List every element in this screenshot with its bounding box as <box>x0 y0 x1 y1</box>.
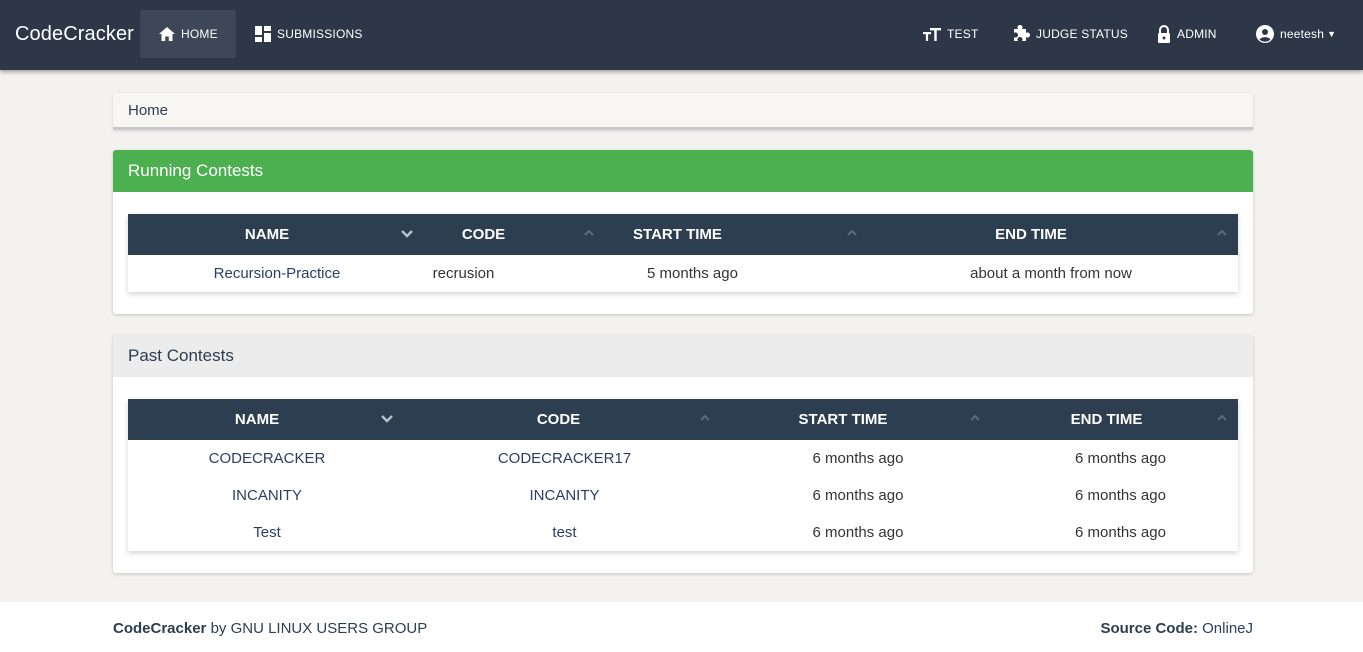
chevron-down-icon[interactable] <box>380 412 394 426</box>
contest-end-time: 6 months ago <box>1075 524 1166 541</box>
contest-code-link[interactable]: test <box>406 514 723 551</box>
chevron-down-icon[interactable] <box>400 227 414 241</box>
column-header-code[interactable]: CODE <box>406 399 723 440</box>
footer-source-link[interactable]: OnlineJ <box>1202 620 1253 637</box>
nav-judge-status[interactable]: JUDGE STATUS <box>1012 10 1128 58</box>
nav-submissions[interactable]: SUBMISSIONS <box>255 10 363 58</box>
past-contests-heading: Past Contests <box>113 335 1253 377</box>
contest-name-link[interactable]: CODECRACKER <box>128 440 406 477</box>
table-header-row: NAME CODE START TIME END TIME <box>128 214 1238 255</box>
column-header-code[interactable]: CODE <box>426 214 601 255</box>
top-navbar: CodeCracker HOME SUBMISSIONS TEST JUDGE … <box>0 0 1363 70</box>
contest-name-link[interactable]: Test <box>128 514 406 551</box>
column-header-end-time[interactable]: END TIME <box>864 214 1238 255</box>
column-label: START TIME <box>798 411 888 428</box>
contest-start-time: 5 months ago <box>647 265 738 282</box>
contest-start-time: 6 months ago <box>812 450 904 467</box>
dashboard-icon <box>255 26 271 42</box>
nav-submissions-label: SUBMISSIONS <box>277 27 363 41</box>
column-label: NAME <box>234 411 280 428</box>
contest-end-time: 6 months ago <box>1075 450 1166 467</box>
table-row: INCANITY INCANITY 6 months ago 6 months … <box>128 477 1238 514</box>
contest-name-link[interactable]: Recursion-Practice <box>128 255 426 292</box>
running-contests-table-wrap: NAME CODE START TIME END TIME Recursion-… <box>128 214 1238 292</box>
column-label: START TIME <box>633 226 722 243</box>
user-name: neetesh <box>1280 27 1325 41</box>
nav-admin[interactable]: ADMIN <box>1157 10 1217 58</box>
nav-test[interactable]: TEST <box>923 10 978 58</box>
user-menu[interactable]: neetesh ▼ <box>1256 10 1336 58</box>
caret-down-icon: ▼ <box>1327 29 1337 39</box>
column-label: END TIME <box>1070 411 1143 428</box>
footer-by-text: by GNU LINUX USERS GROUP <box>210 620 428 637</box>
running-contests-table: NAME CODE START TIME END TIME Recursion-… <box>128 214 1238 292</box>
chevron-up-icon[interactable] <box>1216 412 1228 424</box>
nav-home[interactable]: HOME <box>140 10 236 58</box>
nav-home-label: HOME <box>181 27 218 41</box>
footer: CodeCracker by GNU LINUX USERS GROUP Sou… <box>0 602 1363 652</box>
column-header-name[interactable]: NAME <box>128 399 406 440</box>
chevron-up-icon[interactable] <box>1216 227 1228 239</box>
chevron-up-icon[interactable] <box>969 412 981 424</box>
running-contests-heading: Running Contests <box>113 150 1253 192</box>
chevron-up-icon[interactable] <box>699 412 711 424</box>
breadcrumb-home[interactable]: Home <box>128 102 168 119</box>
column-header-name[interactable]: NAME <box>128 214 426 255</box>
contest-name-link[interactable]: INCANITY <box>128 477 406 514</box>
text-size-icon <box>923 28 941 41</box>
column-header-start-time[interactable]: START TIME <box>723 399 993 440</box>
contest-start-time: 6 months ago <box>812 487 904 504</box>
contest-end-time: about a month from now <box>970 265 1132 282</box>
lock-icon <box>1158 25 1170 43</box>
home-icon <box>159 27 175 41</box>
table-header-row: NAME CODE START TIME END TIME <box>128 399 1238 440</box>
column-label: CODE <box>536 411 581 428</box>
contest-start-time: 6 months ago <box>812 524 904 541</box>
column-label: END TIME <box>995 226 1067 243</box>
running-contests-panel: Running Contests NAME CODE START TIME EN… <box>113 150 1253 314</box>
column-label: CODE <box>461 226 506 243</box>
nav-admin-label: ADMIN <box>1177 27 1217 41</box>
contest-end-time: 6 months ago <box>1075 487 1166 504</box>
contest-code-link[interactable]: INCANITY <box>406 477 723 514</box>
table-row: Test test 6 months ago 6 months ago <box>128 514 1238 551</box>
table-row: Recursion-Practice recrusion 5 months ag… <box>128 255 1238 292</box>
footer-credit: CodeCracker by GNU LINUX USERS GROUP <box>113 620 427 637</box>
nav-judge-status-label: JUDGE STATUS <box>1036 27 1128 41</box>
past-contests-table: NAME CODE START TIME END TIME CODECRACKE… <box>128 399 1238 551</box>
puzzle-icon <box>1014 25 1030 41</box>
past-contests-table-wrap: NAME CODE START TIME END TIME CODECRACKE… <box>128 399 1238 551</box>
contest-code-link[interactable]: CODECRACKER17 <box>406 440 723 477</box>
footer-source: Source Code: OnlineJ <box>1100 620 1253 637</box>
breadcrumb: Home <box>113 93 1253 130</box>
brand-logo[interactable]: CodeCracker <box>15 23 134 46</box>
table-row: CODECRACKER CODECRACKER17 6 months ago 6… <box>128 440 1238 477</box>
past-contests-panel: Past Contests NAME CODE START TIME END T… <box>113 335 1253 573</box>
contest-code: recrusion <box>432 265 495 282</box>
nav-test-label: TEST <box>947 27 979 41</box>
chevron-up-icon[interactable] <box>846 227 858 239</box>
account-circle-icon <box>1256 25 1274 43</box>
footer-brand: CodeCracker <box>113 620 207 637</box>
column-header-end-time[interactable]: END TIME <box>993 399 1238 440</box>
footer-source-label: Source Code: <box>1100 620 1198 637</box>
chevron-up-icon[interactable] <box>583 227 595 239</box>
column-label: NAME <box>244 226 290 243</box>
column-header-start-time[interactable]: START TIME <box>601 214 864 255</box>
